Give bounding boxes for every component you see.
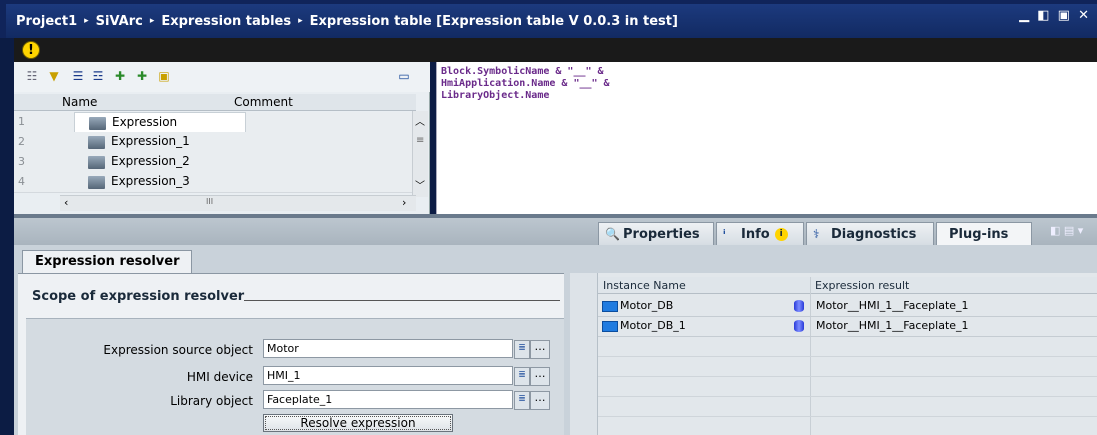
grid-line	[598, 396, 1097, 397]
instance-name: Motor_DB_1	[620, 319, 686, 332]
panel-controls-icon[interactable]: ◧ ▤ ▾	[1050, 224, 1083, 237]
split-view-icon[interactable]: ▭	[396, 68, 412, 84]
instance-db-icon	[602, 301, 618, 312]
tab-properties[interactable]: 🔍 Properties	[598, 222, 714, 245]
tab-expression-resolver[interactable]: Expression resolver	[22, 250, 192, 273]
scroll-grip-icon[interactable]: ≡	[416, 135, 424, 146]
column-header-comment[interactable]: Comment	[234, 95, 293, 109]
source-object-field[interactable]: Motor	[263, 339, 513, 358]
add-row-icon[interactable]: ✚	[112, 68, 128, 84]
insert-row-icon[interactable]: ✚	[134, 68, 150, 84]
tree-view-icon[interactable]: ☷	[24, 68, 40, 84]
tab-properties-label: Properties	[623, 226, 700, 242]
list-icon[interactable]: ≣	[514, 340, 530, 359]
row-name-cell[interactable]: Expression	[74, 112, 246, 133]
row-name: Expression_2	[111, 154, 190, 168]
window-controls[interactable]: ▁ ◧ ▣ ✕	[1019, 8, 1091, 23]
grid-line	[598, 416, 1097, 417]
field-label-hmi-device: HMI device	[186, 370, 253, 384]
tab-diagnostics-label: Diagnostics	[831, 226, 917, 242]
browse-button[interactable]: …	[530, 391, 550, 410]
info-icon: ⁱ	[723, 227, 726, 241]
warning-icon[interactable]: !	[22, 41, 40, 59]
expand-all-icon[interactable]: ☰	[70, 68, 86, 84]
code-line: Block.SymbolicName & "__" &	[441, 66, 604, 77]
field-label-library-object: Library object	[170, 394, 253, 408]
database-icon	[794, 320, 804, 332]
table-row[interactable]: 2 Expression_1	[14, 132, 416, 153]
column-header-instance[interactable]: Instance Name	[603, 279, 686, 292]
field-label-source-object: Expression source object	[103, 343, 253, 357]
scope-title: Scope of expression resolver	[32, 289, 245, 304]
breadcrumb: Project1 ▸ SiVArc ▸ Expression tables ▸ …	[6, 4, 1097, 38]
table-row[interactable]: Motor_DB Motor__HMI_1__Faceplate_1	[598, 296, 1097, 317]
row-name-cell[interactable]: Expression_3	[74, 172, 244, 191]
row-header-column	[570, 273, 598, 435]
inspector-tab-bar	[14, 218, 1097, 245]
row-name: Expression	[112, 115, 178, 129]
row-number: 4	[18, 175, 25, 188]
divider	[244, 300, 560, 301]
browse-button[interactable]: …	[530, 367, 550, 386]
diagnostics-icon: ⚕	[813, 227, 820, 241]
row-number: 1	[18, 115, 25, 128]
breadcrumb-project[interactable]: Project1	[16, 14, 77, 29]
breadcrumb-expression-table: Expression table [Expression table V 0.0…	[309, 13, 678, 29]
row-number: 3	[18, 155, 25, 168]
info-warning-icon: i	[774, 227, 788, 241]
expression-result: Motor__HMI_1__Faceplate_1	[816, 299, 969, 312]
tab-info[interactable]: ⁱ Info i	[716, 222, 804, 245]
resolve-expression-button[interactable]: Resolve expression	[263, 414, 453, 432]
tab-plugins[interactable]: Plug-ins	[936, 222, 1032, 245]
instance-name: Motor_DB	[620, 299, 674, 312]
tab-plugins-label: Plug-ins	[949, 226, 1009, 242]
export-icon[interactable]: ▣	[156, 68, 172, 84]
table-row[interactable]: 3 Expression_2	[14, 152, 416, 173]
breadcrumb-separator-icon: ▸	[149, 16, 155, 26]
scroll-thumb[interactable]: III	[206, 197, 213, 206]
breadcrumb-separator-icon: ▸	[84, 16, 89, 26]
row-name: Expression_1	[111, 134, 190, 148]
database-icon	[794, 300, 804, 312]
list-icon[interactable]: ≣	[514, 367, 530, 386]
filter-icon[interactable]: ▼	[46, 68, 62, 84]
tab-info-label: Info	[741, 226, 770, 242]
grid-line	[598, 376, 1097, 377]
breadcrumb-separator-icon: ▸	[298, 16, 303, 26]
code-line: LibraryObject.Name	[441, 90, 550, 101]
scroll-up-icon[interactable]: ︿	[415, 113, 425, 128]
hmi-device-field[interactable]: HMI_1	[263, 366, 513, 385]
tab-diagnostics[interactable]: ⚕ Diagnostics	[806, 222, 934, 245]
expression-icon	[88, 136, 105, 149]
scroll-down-icon[interactable]: ﹀	[415, 177, 425, 192]
breadcrumb-expression-tables[interactable]: Expression tables	[161, 14, 291, 29]
code-line: HmiApplication.Name & "__" &	[441, 78, 610, 89]
vertical-scrollbar[interactable]: ︿ ≡ ﹀	[412, 111, 428, 197]
expression-icon	[88, 176, 105, 189]
list-icon[interactable]: ≣	[514, 391, 530, 410]
table-row[interactable]: 1 Expression	[14, 112, 416, 133]
row-name-cell[interactable]: Expression_1	[74, 132, 244, 151]
scroll-right-icon[interactable]: ›	[402, 196, 406, 209]
table-row[interactable]: Motor_DB_1 Motor__HMI_1__Faceplate_1	[598, 316, 1097, 337]
expression-result: Motor__HMI_1__Faceplate_1	[816, 319, 969, 332]
breadcrumb-sivarc[interactable]: SiVArc	[96, 14, 143, 29]
column-header-name[interactable]: Name	[62, 95, 97, 109]
horizontal-scrollbar[interactable]: ‹ III ›	[60, 195, 416, 211]
library-object-field[interactable]: Faceplate_1	[263, 390, 513, 409]
browse-button[interactable]: …	[530, 340, 550, 359]
row-name-cell[interactable]: Expression_2	[74, 152, 244, 171]
scroll-left-icon[interactable]: ‹	[64, 196, 68, 209]
expression-icon	[89, 117, 106, 130]
row-number: 2	[18, 135, 25, 148]
instance-db-icon	[602, 321, 618, 332]
column-header-result[interactable]: Expression result	[815, 279, 909, 292]
expression-icon	[88, 156, 105, 169]
collapse-all-icon[interactable]: ☲	[90, 68, 106, 84]
grid-line	[598, 356, 1097, 357]
table-row[interactable]: 4 Expression_3	[14, 172, 416, 193]
warning-strip	[14, 38, 1097, 62]
row-name: Expression_3	[111, 174, 190, 188]
properties-icon: 🔍	[605, 227, 620, 241]
